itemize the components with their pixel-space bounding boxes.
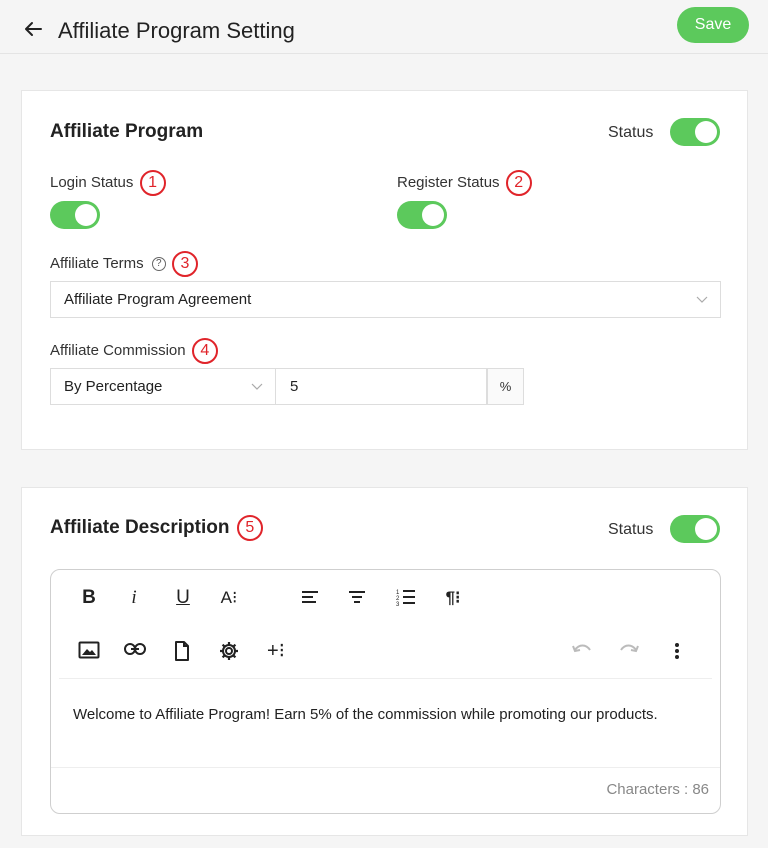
login-status-text: Login Status: [50, 173, 134, 191]
card-title-affiliate-description: Affiliate Description 5: [50, 515, 263, 541]
chevron-down-icon: [696, 296, 708, 303]
callout-badge-2: 2: [505, 170, 532, 196]
affiliate-description-text: Affiliate Description: [50, 517, 230, 539]
affiliate-terms-value: Affiliate Program Agreement: [64, 291, 252, 308]
status-label: Status: [608, 521, 654, 538]
program-status-toggle[interactable]: [670, 118, 720, 146]
file-icon[interactable]: [168, 637, 196, 665]
callout-badge-1: 1: [139, 170, 166, 196]
editor-content[interactable]: Welcome to Affiliate Program! Earn 5% of…: [73, 706, 658, 723]
editor-footer: Characters : 86: [51, 767, 720, 813]
numbered-list-icon[interactable]: 123: [392, 584, 420, 612]
affiliate-description-card: Affiliate Description 5 Status B i U A⁝ …: [21, 487, 748, 836]
bold-button[interactable]: B: [75, 584, 103, 612]
register-status-label: Register Status 2: [397, 170, 532, 196]
status-label: Status: [608, 124, 654, 141]
font-size-button[interactable]: A⁝: [215, 584, 243, 612]
affiliate-terms-label: Affiliate Terms ? 3: [50, 251, 198, 277]
more-options-icon[interactable]: [663, 637, 691, 665]
svg-text:3: 3: [396, 602, 400, 606]
paragraph-button[interactable]: ¶⁝: [439, 584, 467, 612]
callout-badge-4: 4: [191, 338, 218, 364]
callout-badge-3: 3: [172, 251, 198, 277]
help-icon[interactable]: ?: [151, 257, 166, 271]
card-title-affiliate-program: Affiliate Program: [50, 121, 204, 142]
callout-badge-5: 5: [236, 515, 263, 541]
top-bar: Affiliate Program Setting Save: [0, 0, 768, 54]
character-count: Characters : 86: [606, 781, 709, 798]
login-status-label: Login Status 1: [50, 170, 166, 196]
rich-text-editor: B i U A⁝ 123 ¶⁝ +⁝ Welcome to Affiliate …: [50, 569, 721, 814]
gear-icon[interactable]: [215, 637, 243, 665]
image-icon[interactable]: [75, 637, 103, 665]
register-status-toggle[interactable]: [397, 201, 447, 229]
toggle-knob: [75, 204, 97, 226]
save-button[interactable]: Save: [677, 7, 749, 43]
affiliate-terms-text: Affiliate Terms: [50, 254, 144, 272]
align-center-icon[interactable]: [343, 584, 371, 612]
toggle-knob: [422, 204, 444, 226]
percent-suffix: %: [487, 368, 524, 405]
commission-amount-value: 5: [290, 378, 299, 395]
affiliate-commission-text: Affiliate Commission: [50, 341, 186, 359]
chevron-down-icon: [251, 383, 263, 390]
toggle-knob: [695, 518, 717, 540]
affiliate-terms-select[interactable]: Affiliate Program Agreement: [50, 281, 721, 318]
commission-type-select[interactable]: By Percentage: [50, 368, 276, 405]
commission-amount-input[interactable]: 5: [276, 368, 487, 405]
link-icon[interactable]: [121, 637, 149, 665]
undo-icon[interactable]: [568, 637, 596, 665]
commission-type-value: By Percentage: [64, 378, 163, 395]
align-left-icon[interactable]: [296, 584, 324, 612]
toggle-knob: [695, 121, 717, 143]
affiliate-program-card: Affiliate Program Status Login Status 1 …: [21, 90, 748, 450]
toolbar-divider: [59, 678, 712, 679]
back-arrow-icon[interactable]: [22, 18, 44, 40]
page-title: Affiliate Program Setting: [58, 18, 295, 43]
redo-icon[interactable]: [615, 637, 643, 665]
description-status-toggle[interactable]: [670, 515, 720, 543]
underline-button[interactable]: U: [169, 584, 197, 612]
login-status-toggle[interactable]: [50, 201, 100, 229]
italic-button[interactable]: i: [120, 584, 148, 612]
insert-more-button[interactable]: +⁝: [262, 637, 290, 665]
register-status-text: Register Status: [397, 173, 500, 191]
affiliate-commission-label: Affiliate Commission 4: [50, 338, 218, 364]
